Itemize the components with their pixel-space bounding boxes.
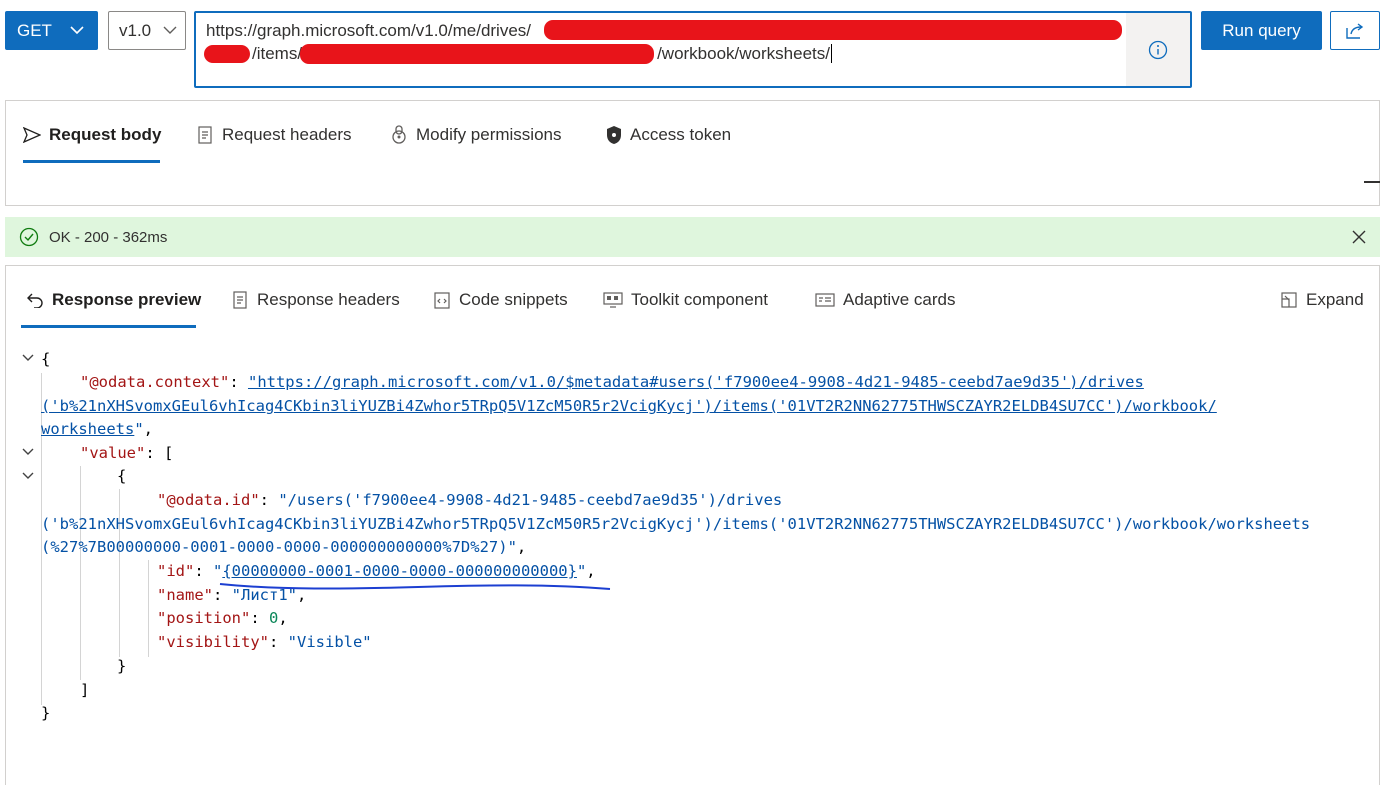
json-number: 0 [269,609,279,627]
json-link[interactable]: worksheets [41,420,134,438]
tab-response-preview[interactable]: Response preview [26,290,201,310]
tab-adaptive-cards[interactable]: Adaptive cards [815,290,955,310]
json-line: ('b%21nXHSvomxGEul6vhIcag4CKbin3liYUZBi4… [41,513,1310,537]
url-info-button[interactable] [1126,13,1190,86]
info-icon [1148,40,1168,59]
close-icon[interactable] [1352,230,1366,244]
redaction-mark [544,20,1122,40]
status-bar: OK - 200 - 362ms [5,217,1380,257]
request-panel: Request body Request headers Modify perm… [5,100,1380,206]
json-key: "@odata.id" [157,491,260,509]
tab-modify-permissions[interactable]: Modify permissions [390,125,562,145]
json-key: "position" [157,609,251,627]
redaction-mark [204,45,250,63]
json-line: ] [80,681,90,699]
card-icon [815,293,835,307]
share-icon [1346,22,1364,39]
json-line: "name": "Лист1", [157,586,307,604]
json-line: "value": [ [80,444,174,462]
share-button[interactable] [1330,11,1380,50]
indent-guide [148,560,149,657]
query-url-input[interactable]: https://graph.microsoft.com/v1.0/me/driv… [194,11,1192,88]
run-query-button[interactable]: Run query [1201,11,1322,50]
tab-request-headers[interactable]: Request headers [196,125,351,145]
json-string: "/users('f7900ee4-9908-4d21-9485-ceebd7a… [278,491,783,509]
tab-toolkit-component[interactable]: Toolkit component [603,290,768,310]
check-circle-icon [19,227,39,247]
indent-guide [80,466,81,680]
json-line: "@odata.context": "https://graph.microso… [80,373,1144,391]
status-text: OK - 200 - 362ms [49,228,168,246]
json-key: "id" [157,562,195,580]
json-line: worksheets", [41,420,154,438]
json-line: (%27%7B00000000-0001-0000-0000-000000000… [41,538,527,556]
active-tab-indicator [21,325,196,328]
json-key: "@odata.context" [80,373,230,391]
json-line: { [41,350,51,368]
tab-request-body[interactable]: Request body [23,125,161,145]
json-line: "position": 0, [157,609,288,627]
json-line: ('b%21nXHSvomxGEul6vhIcag4CKbin3liYUZBi4… [41,395,1217,419]
resize-handle[interactable] [1364,181,1380,183]
toolkit-icon [603,292,623,308]
http-method-dropdown[interactable]: GET [5,11,98,50]
api-version-dropdown[interactable]: v1.0 [108,11,186,50]
tab-code-snippets[interactable]: Code snippets [433,290,568,310]
send-icon [23,127,41,143]
undo-icon [27,293,43,308]
json-line: { [117,467,127,485]
json-link[interactable]: ('b%21nXHSvomxGEul6vhIcag4CKbin3liYUZBi4… [41,397,1217,415]
json-key: "name" [157,586,213,604]
redaction-mark [300,44,654,64]
json-string: ('b%21nXHSvomxGEul6vhIcag4CKbin3liYUZBi4… [41,515,1311,533]
tab-access-token[interactable]: Access token [606,125,731,145]
json-string: "Лист1" [231,586,297,604]
fold-chevron-icon[interactable] [21,445,35,459]
http-method-label: GET [17,20,52,40]
active-tab-indicator [23,160,160,163]
json-string: "Visible" [287,633,372,651]
fold-chevron-icon[interactable] [21,351,35,365]
json-line: } [41,704,51,722]
json-key: "visibility" [157,633,269,651]
lock-icon [607,126,621,144]
fold-chevron-icon[interactable] [21,469,35,483]
json-link[interactable]: "https://graph.microsoft.com/v1.0/$metad… [248,373,1144,391]
code-icon [434,292,450,309]
tab-response-headers[interactable]: Response headers [231,290,400,310]
json-string: (%27%7B00000000-0001-0000-0000-000000000… [41,538,517,556]
expand-icon [1281,292,1297,308]
document-icon [233,291,247,309]
json-line: } [117,657,127,675]
json-line: "visibility": "Visible" [157,633,372,651]
document-icon [198,126,212,144]
expand-button[interactable]: Expand [1280,290,1364,310]
json-line: "@odata.id": "/users('f7900ee4-9908-4d21… [157,491,783,509]
api-version-label: v1.0 [119,20,152,40]
json-key: "value" [80,444,146,462]
chevron-down-icon [70,26,84,35]
key-icon [392,125,406,144]
chevron-down-icon [163,26,177,34]
